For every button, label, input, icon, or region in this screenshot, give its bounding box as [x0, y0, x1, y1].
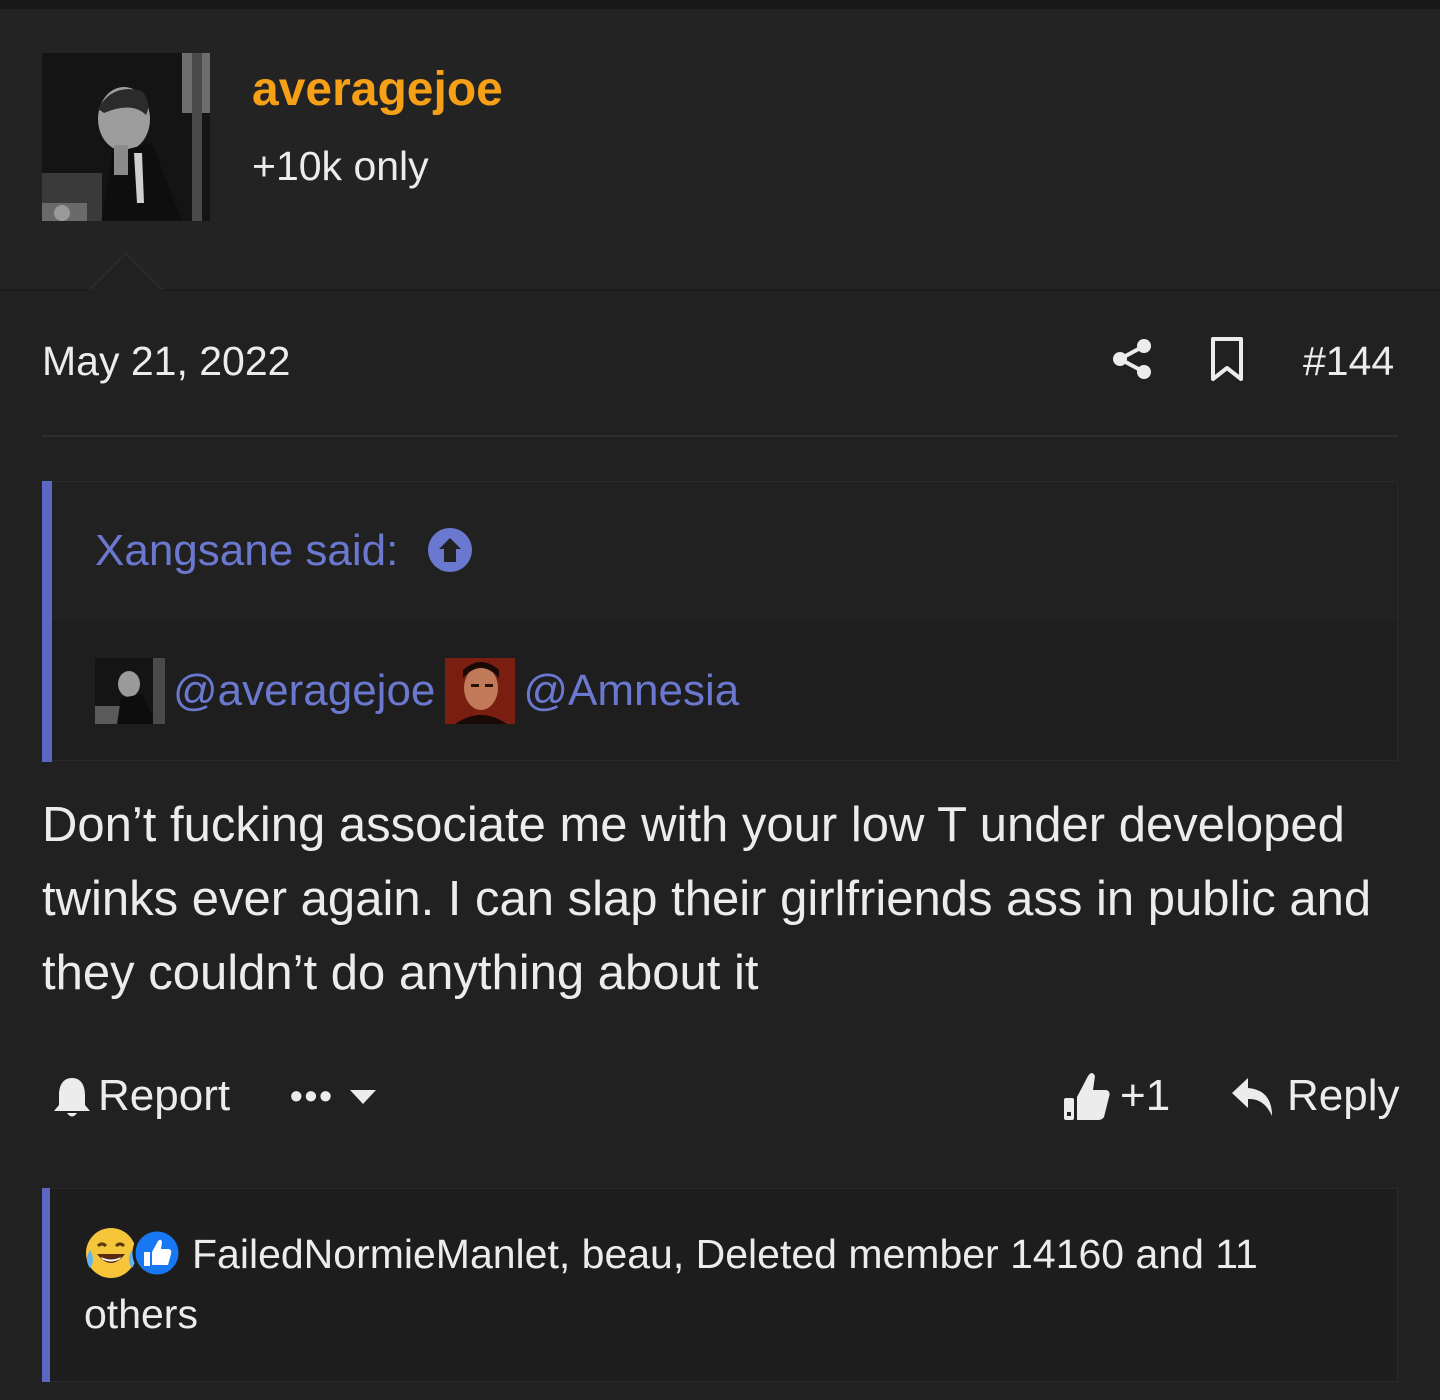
user-avatar[interactable]	[42, 53, 210, 221]
mention-amnesia[interactable]: @Amnesia	[523, 664, 739, 718]
reply-arrow-icon[interactable]	[1230, 1076, 1276, 1118]
username[interactable]: averagejoe	[252, 62, 503, 118]
mention-avatar-averagejoe[interactable]	[95, 658, 165, 724]
caret-down-icon[interactable]	[348, 1088, 378, 1106]
arrow-up-circle-icon[interactable]	[428, 528, 472, 572]
quote-accent-bar	[42, 481, 52, 762]
like-count[interactable]: +1	[1120, 1068, 1170, 1124]
post-header	[0, 9, 1440, 290]
post-date[interactable]: May 21, 2022	[42, 336, 290, 386]
thumbs-up-icon[interactable]	[1062, 1070, 1112, 1122]
header-divider	[0, 289, 1440, 291]
mention-avatar-amnesia[interactable]	[445, 658, 516, 724]
post-divider	[42, 435, 1398, 437]
ellipsis-icon[interactable]: •••	[290, 1078, 334, 1114]
header-pointer-inner	[90, 255, 162, 291]
laughing-tears-emoji[interactable]	[84, 1226, 138, 1280]
bell-icon[interactable]	[52, 1075, 92, 1119]
like-reaction-icon[interactable]	[132, 1228, 182, 1278]
bookmark-icon[interactable]	[1208, 336, 1246, 382]
post-number[interactable]: #144	[1303, 336, 1394, 386]
reply-button[interactable]: Reply	[1287, 1068, 1400, 1124]
share-icon[interactable]	[1110, 336, 1156, 382]
quote-mentions: @averagejoe @Amnesia	[95, 658, 749, 724]
post-body: Don’t fucking associate me with your low…	[42, 798, 1372, 1000]
report-button[interactable]: Report	[98, 1068, 230, 1124]
quote-author[interactable]: Xangsane said:	[95, 524, 398, 578]
mention-averagejoe[interactable]: @averagejoe	[173, 664, 435, 718]
reactions-summary[interactable]: FailedNormieManlet, beau, Deleted member…	[84, 1224, 1324, 1344]
user-title: +10k only	[252, 143, 429, 189]
reactions-accent-bar	[42, 1188, 50, 1382]
reactions-users[interactable]: FailedNormieManlet, beau, Deleted member…	[84, 1231, 1258, 1337]
top-border	[0, 0, 1440, 9]
